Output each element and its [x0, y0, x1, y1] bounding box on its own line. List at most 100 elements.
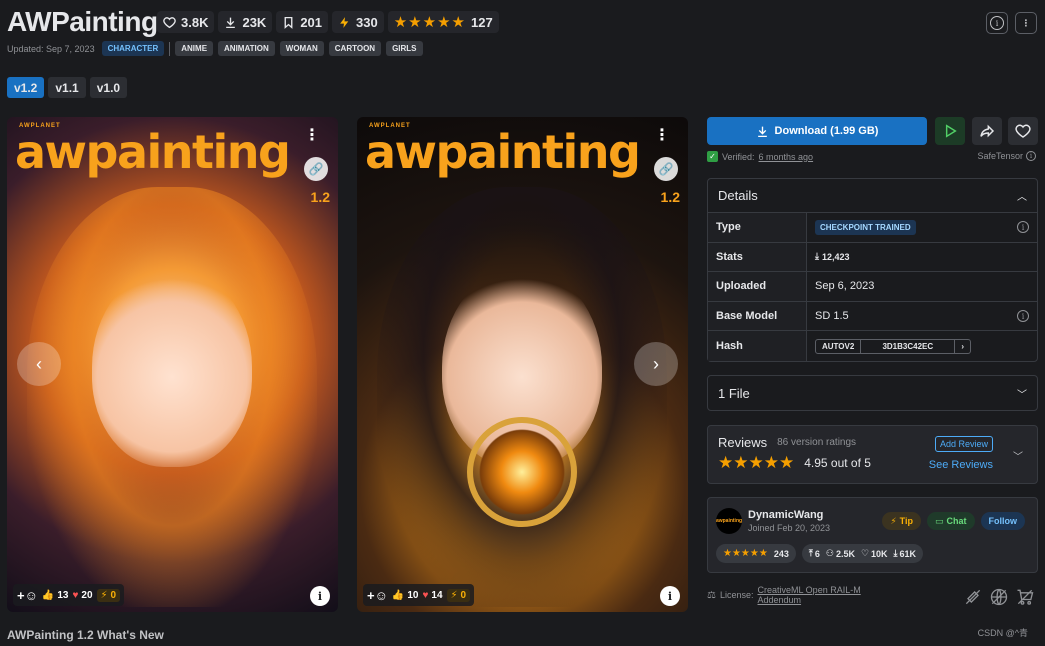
tag-girls[interactable]: GIRLS: [386, 41, 423, 56]
heart-icon: ♥: [72, 589, 79, 601]
like-count: 3.8K: [181, 14, 209, 30]
version-tab-1-1[interactable]: v1.1: [48, 77, 86, 98]
link-icon[interactable]: 🔗: [304, 157, 328, 181]
add-review-button[interactable]: Add Review: [934, 436, 993, 452]
bolt-icon: [340, 16, 349, 28]
see-reviews-link[interactable]: See Reviews: [929, 459, 993, 471]
follow-button[interactable]: Follow: [980, 512, 1025, 530]
chevron-down-icon[interactable]: ﹀: [1013, 448, 1023, 463]
bookmark-stat[interactable]: 201: [276, 11, 329, 33]
bolt-icon: ⚡: [890, 515, 897, 526]
gallery-image-2[interactable]: AWPLANET awpainting 1.2 ⋮ 🔗 › +☺ 👍 10 ♥ 14…: [357, 117, 688, 612]
updated-date: Updated: Sep 7, 2023: [7, 43, 95, 54]
header-stats: 3.8K 23K 201 330 ★★★★★ 127: [157, 11, 499, 33]
like-stat[interactable]: 3.8K: [157, 11, 215, 33]
like-reaction-count: 10: [407, 589, 419, 601]
likes-count: 10K: [871, 548, 888, 559]
download-label: Download (1.99 GB): [774, 125, 879, 137]
permission-icons: [963, 587, 1035, 607]
next-arrow-icon[interactable]: ›: [634, 342, 678, 386]
license-addendum-link[interactable]: Addendum: [758, 595, 861, 605]
version-tabs: v1.2 v1.1 v1.0: [7, 77, 128, 98]
hash-value[interactable]: 3D1B3C42EC: [861, 339, 956, 353]
share-button[interactable]: [972, 117, 1002, 145]
thumbs-up-icon: 👍: [41, 589, 55, 601]
tag-cartoon[interactable]: CARTOON: [328, 41, 382, 56]
rating-stat[interactable]: ★★★★★ 127: [387, 11, 499, 33]
downloads-count: 61K: [899, 548, 917, 559]
download-icon: [757, 126, 767, 137]
version-tab-1-0[interactable]: v1.0: [89, 77, 128, 98]
hash-algorithm[interactable]: AUTOV2: [816, 339, 862, 353]
favorite-button[interactable]: [1008, 117, 1038, 145]
gallery-image-1[interactable]: AWPLANET awpainting 1.2 ⋮ 🔗 ‹ +☺ 👍 13 ♥ 20…: [7, 117, 338, 612]
chevron-right-icon[interactable]: ›: [955, 340, 970, 353]
reaction-bar: +☺ 👍 10 ♥ 14 ⚡ 0: [363, 584, 475, 606]
add-reaction-icon[interactable]: +☺: [367, 588, 388, 603]
image-menu-icon[interactable]: ⋮: [654, 125, 670, 145]
license-label: License:: [719, 590, 754, 600]
download-button[interactable]: Download (1.99 GB): [707, 117, 927, 145]
followers-count: 2.5K: [835, 548, 855, 559]
meta-row: Updated: Sep 7, 2023 CHARACTER ANIME ANI…: [7, 41, 423, 56]
tip-button[interactable]: ⚡ Tip: [882, 512, 921, 530]
tag-woman[interactable]: WOMAN: [279, 41, 324, 56]
link-icon[interactable]: 🔗: [654, 157, 678, 181]
version-tab-1-2[interactable]: v1.2: [7, 77, 45, 98]
creator-name[interactable]: DynamicWang: [748, 509, 830, 521]
chat-icon: ▭: [934, 515, 944, 526]
no-sell-icon[interactable]: [963, 587, 983, 607]
image-info-icon[interactable]: i: [660, 586, 680, 606]
base-model-value: SD 1.5: [815, 310, 849, 323]
detail-key: Stats: [708, 242, 807, 272]
watermark: CSDN @^青: [977, 628, 1028, 638]
chat-label: Chat: [946, 516, 967, 526]
verified-time-link[interactable]: 6 months ago: [759, 152, 814, 162]
heart-icon: [1015, 124, 1031, 138]
category-tag[interactable]: CHARACTER: [101, 41, 165, 56]
heart-icon: ♥: [422, 589, 429, 601]
chat-button[interactable]: ▭ Chat: [926, 512, 975, 530]
buzz-reaction-count: 0: [110, 589, 117, 601]
info-icon[interactable]: i: [1026, 151, 1036, 161]
like-reaction[interactable]: 👍 13: [42, 590, 69, 601]
heart-reaction[interactable]: ♥ 20: [72, 590, 92, 601]
run-button[interactable]: [935, 117, 965, 145]
info-icon[interactable]: i: [1017, 310, 1029, 323]
avatar[interactable]: awpainting: [716, 508, 742, 534]
no-cart-icon[interactable]: [1015, 587, 1035, 607]
upload-icon: ⤒: [808, 548, 813, 558]
like-reaction[interactable]: 👍 10: [392, 590, 419, 601]
image-info-icon[interactable]: i: [310, 586, 330, 606]
verified-icon: ✓: [707, 151, 718, 162]
bolt-icon: ⚡: [100, 589, 108, 601]
chevron-down-icon: ﹀: [1017, 389, 1027, 401]
details-header[interactable]: Details ︿: [708, 179, 1037, 213]
heart-icon: ♡: [860, 548, 870, 558]
download-count: 23K: [242, 14, 267, 30]
buzz-reaction[interactable]: ⚡ 0: [446, 588, 471, 602]
tag-anime[interactable]: ANIME: [175, 41, 214, 56]
reviews-title: Reviews: [718, 435, 768, 450]
image-gear-art: [467, 417, 577, 527]
prev-arrow-icon[interactable]: ‹: [17, 342, 61, 386]
tag-animation[interactable]: ANIMATION: [218, 41, 275, 56]
detail-row-uploaded: Uploaded Sep 6, 2023: [708, 272, 1037, 302]
more-options-button[interactable]: ⋮: [1015, 12, 1037, 34]
buzz-count: 330: [356, 14, 378, 30]
buzz-stat[interactable]: 330: [332, 11, 384, 33]
add-reaction-icon[interactable]: +☺: [17, 588, 38, 603]
heart-reaction[interactable]: ♥ 14: [422, 590, 442, 601]
files-panel[interactable]: 1 File ﹀: [707, 375, 1038, 411]
image-menu-icon[interactable]: ⋮: [304, 125, 320, 145]
format-label: SafeTensor: [977, 151, 1023, 161]
download-icon: ⤓: [893, 548, 898, 558]
download-icon: [226, 17, 236, 28]
hash-box[interactable]: AUTOV2 3D1B3C42EC ›: [815, 338, 971, 354]
reviews-panel: Reviews 86 version ratings ★★★★★ 4.95 ou…: [707, 425, 1038, 484]
license-link[interactable]: CreativeML Open RAIL-M: [758, 585, 861, 595]
info-icon[interactable]: i: [1017, 221, 1029, 234]
info-button[interactable]: i: [986, 12, 1008, 34]
no-globe-icon[interactable]: [989, 587, 1009, 607]
buzz-reaction[interactable]: ⚡ 0: [96, 588, 121, 602]
